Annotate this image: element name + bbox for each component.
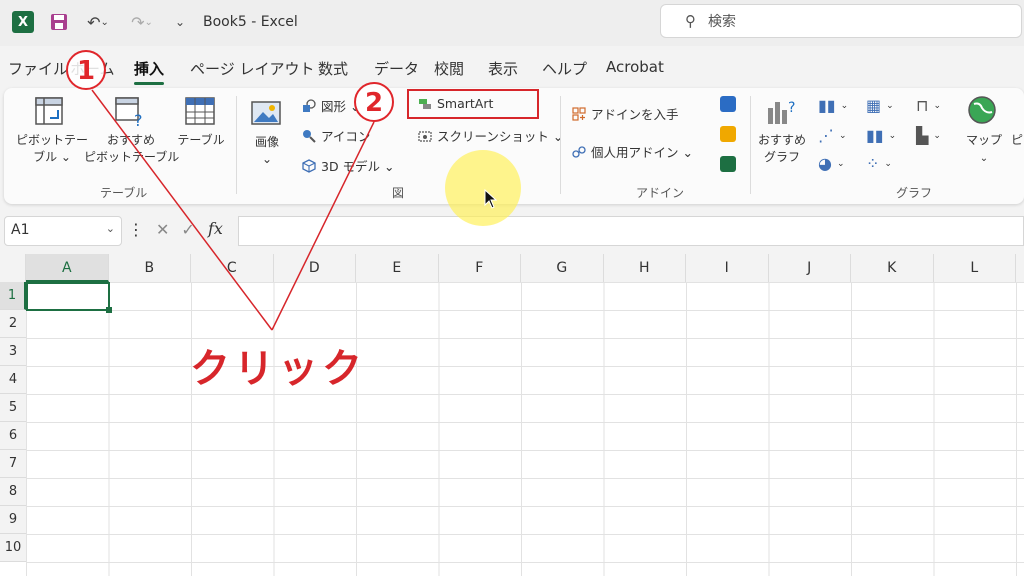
click-instruction: クリック — [190, 346, 366, 392]
mouse-pointer-icon — [484, 189, 498, 209]
annotation-line-1 — [91, 89, 273, 331]
step-1-badge: 1 — [66, 50, 106, 90]
annotation-line-2 — [271, 121, 375, 331]
smartart-highlight-box — [407, 89, 539, 119]
annotation-lines — [91, 89, 375, 331]
step-2-badge: 2 — [354, 82, 394, 122]
